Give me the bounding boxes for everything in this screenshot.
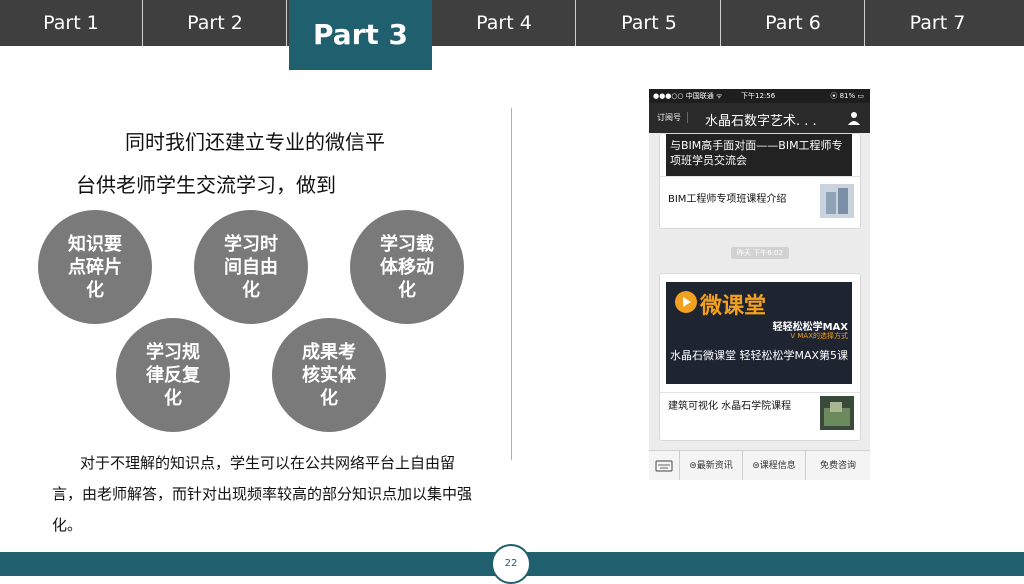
intro-line-1: 同时我们还建立专业的微信平 [125,130,385,154]
feature-circle: 成果考核实体化 [272,318,386,432]
building-thumbnail-icon [820,184,854,218]
article-link[interactable]: 建筑可视化 水晶石学院课程 [668,399,808,414]
tab-part-7[interactable]: Part 7 [866,0,1009,46]
body-text: 对于不理解的知识点，学生可以在公共网络平台上自由留言，由老师解答，而针对出现频率… [52,454,473,534]
status-bar: ●●●○○ 中国联通 ᯤ 下午12:56 ⦿ 81% ▭ [649,89,870,103]
article-link[interactable]: BIM工程师专项班课程介绍 [668,190,786,205]
account-title: 水晶石数字艺术. . . [705,114,817,129]
course-caption: 水晶石微课堂 轻轻松松学MAX第5课 [670,349,849,362]
article-banner: 与BIM高手面对面——BIM工程师专项班学员交流会 [666,134,852,176]
bottom-menu-bar: ⊜最新资讯 ⊜课程信息 免费咨询 [649,450,870,480]
article-card[interactable]: 微课堂 轻轻松松学MAX V MAX的选择方式 水晶石微课堂 轻轻松松学MAX第… [659,273,861,441]
feature-label: 知识要点碎片化 [68,233,122,301]
battery-label: ⦿ 81% ▭ [830,92,864,100]
menu-course-info[interactable]: ⊜课程信息 [743,451,806,480]
top-nav: Part 1 Part 2 Part 3 Part 4 Part 5 Part … [0,0,1024,70]
vertical-divider [511,108,512,460]
feature-circle: 知识要点碎片化 [38,210,152,324]
course-subtag: V MAX的选择方式 [790,332,848,340]
feature-label: 学习时间自由化 [224,233,278,301]
tab-part-1[interactable]: Part 1 [0,0,143,46]
divider [660,176,860,177]
wechat-screenshot: ●●●○○ 中国联通 ᯤ 下午12:56 ⦿ 81% ▭ 订阅号 水晶石数字艺术… [649,89,870,480]
feature-circle: 学习规律反复化 [116,318,230,432]
menu-free-consult[interactable]: 免费咨询 [806,451,870,480]
tab-part-3[interactable]: Part 3 [289,0,432,70]
feature-circle: 学习载体移动化 [350,210,464,324]
course-logo: 微课堂 [700,294,767,319]
clock-label: 下午12:56 [741,92,776,100]
subscribe-label[interactable]: 订阅号 [657,112,688,123]
tab-part-5[interactable]: Part 5 [578,0,721,46]
timestamp-pill: 昨天 下午6:02 [731,247,789,259]
menu-latest-news[interactable]: ⊜最新资讯 [680,451,743,480]
keyboard-icon[interactable] [649,451,680,480]
intro-line-2: 台供老师学生交流学习，做到 [76,173,336,197]
feature-label: 学习载体移动化 [380,233,434,301]
feature-circle: 学习时间自由化 [194,210,308,324]
user-icon[interactable] [846,110,862,126]
course-banner: 微课堂 轻轻松松学MAX V MAX的选择方式 水晶石微课堂 轻轻松松学MAX第… [666,282,852,384]
tab-part-4[interactable]: Part 4 [433,0,576,46]
tab-part-6[interactable]: Part 6 [722,0,865,46]
divider [660,392,860,393]
page-number: 22 [491,544,531,584]
play-icon [675,291,697,313]
building-thumbnail-icon [820,396,854,430]
body-paragraph: 对于不理解的知识点，学生可以在公共网络平台上自由留言，由老师解答，而针对出现频率… [52,448,472,541]
feature-label: 学习规律反复化 [146,341,200,409]
wechat-header: 订阅号 水晶石数字艺术. . . [649,103,870,133]
carrier-label: ●●●○○ 中国联通 ᯤ [653,92,723,100]
tab-part-2[interactable]: Part 2 [144,0,287,46]
article-card[interactable]: 与BIM高手面对面——BIM工程师专项班学员交流会 BIM工程师专项班课程介绍 [659,133,861,229]
feature-label: 成果考核实体化 [302,341,356,409]
